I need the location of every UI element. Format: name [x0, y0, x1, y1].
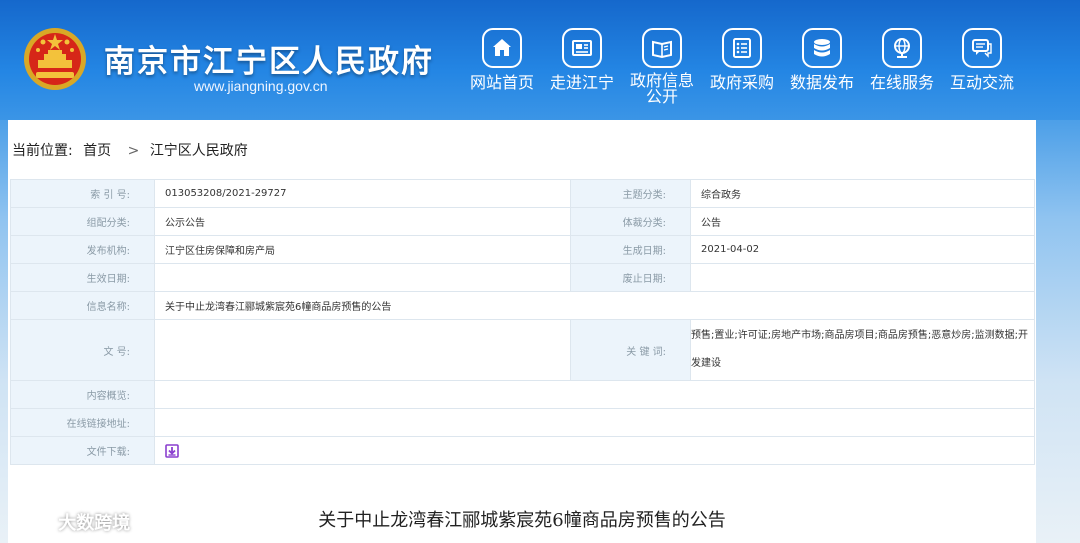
nav-item-info-open[interactable]: 政府信息公开 [622, 28, 702, 112]
nav-item-procurement[interactable]: 政府采购 [702, 28, 782, 112]
watermark-logo-icon [15, 516, 47, 531]
doc-no-label: 文 号: [10, 319, 155, 381]
newspaper-icon [562, 28, 602, 68]
topic-value: 综合政务 [690, 179, 1035, 208]
genre-value: 公告 [690, 207, 1035, 236]
nav-label-interaction: 互动交流 [949, 73, 1014, 92]
category-label: 组配分类: [10, 207, 155, 236]
content-panel: 当前位置: 首页 > 江宁区人民政府 索 引 号: 013053208/2021… [8, 120, 1036, 543]
nav-label-procurement: 政府采购 [709, 73, 774, 92]
online-link-value[interactable] [154, 408, 1035, 437]
main-nav: 网站首页 走进江宁 政府信息公开 政府采购 数据发布 在线服务 互动交流 [462, 28, 1022, 112]
nav-label-data: 数据发布 [789, 73, 854, 92]
table-row: 索 引 号: 013053208/2021-29727 主题分类: 综合政务 [10, 179, 1035, 208]
breadcrumb-separator: > [127, 143, 140, 159]
open-book-icon [642, 28, 682, 68]
table-row: 文件下载: [10, 436, 1035, 465]
table-row: 组配分类: 公示公告 体裁分类: 公告 [10, 207, 1035, 236]
nav-label-home: 网站首页 [469, 73, 534, 92]
repealed-date-label: 废止日期: [570, 263, 691, 292]
watermark-text: 大数跨境 [58, 513, 131, 534]
topic-label: 主题分类: [570, 179, 691, 208]
created-date-value: 2021-04-02 [690, 235, 1035, 264]
nav-item-about[interactable]: 走进江宁 [542, 28, 622, 112]
created-date-label: 生成日期: [570, 235, 691, 264]
breadcrumb-prefix: 当前位置: [12, 143, 73, 159]
genre-label: 体裁分类: [570, 207, 691, 236]
national-emblem-icon[interactable] [22, 26, 88, 92]
list-icon [722, 28, 762, 68]
nav-item-interaction[interactable]: 互动交流 [942, 28, 1022, 112]
info-name-value: 关于中止龙湾春江郦城紫宸苑6幢商品房预售的公告 [154, 291, 1035, 320]
breadcrumb: 当前位置: 首页 > 江宁区人民政府 [12, 140, 254, 160]
chat-icon [962, 28, 1002, 68]
nav-item-data[interactable]: 数据发布 [782, 28, 862, 112]
info-name-label: 信息名称: [10, 291, 155, 320]
publisher-label: 发布机构: [10, 235, 155, 264]
keywords-value: 预售;置业;许可证;房地产市场;商品房项目;商品房预售;恶意炒房;监测数据;开发… [690, 319, 1035, 381]
table-row: 信息名称: 关于中止龙湾春江郦城紫宸苑6幢商品房预售的公告 [10, 291, 1035, 320]
site-header: 南京市江宁区人民政府 www.jiangning.gov.cn 网站首页 走进江… [0, 0, 1080, 120]
home-icon [482, 28, 522, 68]
breadcrumb-home-link[interactable]: 首页 [83, 143, 111, 159]
doc-no-value [154, 319, 571, 381]
repealed-date-value [690, 263, 1035, 292]
database-icon [802, 28, 842, 68]
table-row: 生效日期: 废止日期: [10, 263, 1035, 292]
online-link-label: 在线链接地址: [10, 408, 155, 437]
category-value: 公示公告 [154, 207, 571, 236]
table-row: 文 号: 关 键 词: 预售;置业;许可证;房地产市场;商品房项目;商品房预售;… [10, 319, 1035, 381]
nav-item-service[interactable]: 在线服务 [862, 28, 942, 112]
table-row: 在线链接地址: [10, 408, 1035, 437]
nav-label-info-open: 政府信息公开 [629, 71, 694, 106]
nav-item-home[interactable]: 网站首页 [462, 28, 542, 112]
table-row: 发布机构: 江宁区住房保障和房产局 生成日期: 2021-04-02 [10, 235, 1035, 264]
index-no-label: 索 引 号: [10, 179, 155, 208]
table-row: 内容概览: [10, 380, 1035, 409]
watermark: 大数跨境 [14, 509, 130, 535]
nav-label-service: 在线服务 [869, 73, 934, 92]
file-download-label: 文件下载: [10, 436, 155, 465]
download-icon[interactable] [165, 443, 179, 458]
breadcrumb-current-link[interactable]: 江宁区人民政府 [150, 143, 248, 159]
effective-date-value [154, 263, 571, 292]
summary-label: 内容概览: [10, 380, 155, 409]
index-no-value: 013053208/2021-29727 [154, 179, 571, 208]
site-url[interactable]: www.jiangning.gov.cn [194, 78, 328, 94]
file-download-cell [154, 436, 1035, 465]
publisher-value: 江宁区住房保障和房产局 [154, 235, 571, 264]
site-title: 南京市江宁区人民政府 [104, 44, 434, 80]
effective-date-label: 生效日期: [10, 263, 155, 292]
nav-label-about: 走进江宁 [549, 73, 614, 92]
keywords-label: 关 键 词: [570, 319, 691, 381]
globe-icon [882, 28, 922, 68]
summary-value [154, 380, 1035, 409]
document-title: 关于中止龙湾春江郦城紫宸苑6幢商品房预售的公告 [318, 510, 726, 531]
info-metadata-table: 索 引 号: 013053208/2021-29727 主题分类: 综合政务 组… [10, 179, 1035, 465]
